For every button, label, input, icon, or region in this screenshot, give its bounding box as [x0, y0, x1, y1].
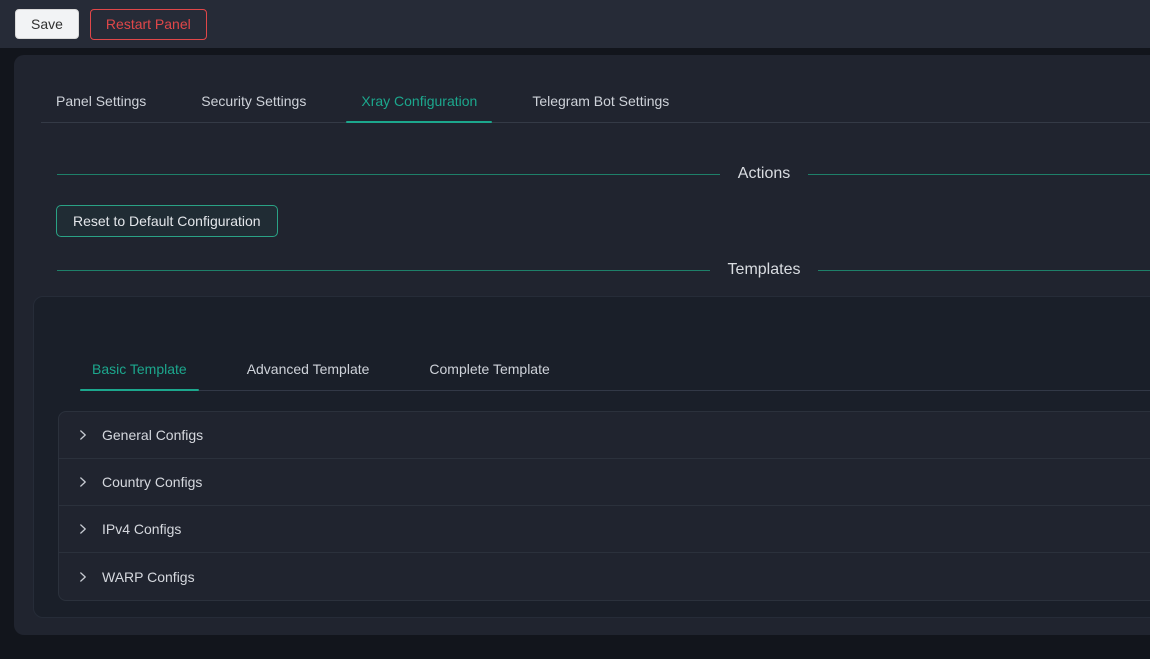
chevron-right-icon	[77, 476, 89, 488]
templates-panel: Basic Template Advanced Template Complet…	[33, 296, 1150, 618]
divider-line	[57, 270, 710, 271]
chevron-right-icon	[77, 429, 89, 441]
divider-line	[808, 174, 1150, 175]
collapse-row-country-configs[interactable]: Country Configs	[59, 459, 1150, 506]
tab-telegram-bot-settings[interactable]: Telegram Bot Settings	[517, 80, 684, 122]
templates-divider: Templates	[57, 261, 1150, 279]
collapse-row-ipv4-configs[interactable]: IPv4 Configs	[59, 506, 1150, 553]
tab-security-settings[interactable]: Security Settings	[186, 80, 321, 122]
collapse-row-warp-configs[interactable]: WARP Configs	[59, 553, 1150, 600]
config-collapse-list: General Configs Country Configs IPv4 Con…	[58, 411, 1150, 601]
settings-card: Panel Settings Security Settings Xray Co…	[14, 55, 1150, 635]
settings-tab-bar: Panel Settings Security Settings Xray Co…	[41, 80, 1150, 123]
chevron-right-icon	[77, 523, 89, 535]
tab-advanced-template[interactable]: Advanced Template	[235, 348, 382, 390]
collapse-row-label: IPv4 Configs	[102, 521, 181, 537]
tab-basic-template[interactable]: Basic Template	[80, 348, 199, 390]
collapse-row-label: General Configs	[102, 427, 203, 443]
actions-divider-label: Actions	[720, 165, 808, 183]
collapse-row-general-configs[interactable]: General Configs	[59, 412, 1150, 459]
top-bar: Save Restart Panel	[0, 0, 1150, 48]
tab-xray-configuration[interactable]: Xray Configuration	[346, 80, 492, 122]
collapse-row-label: Country Configs	[102, 474, 202, 490]
chevron-right-icon	[77, 571, 89, 583]
template-tab-bar: Basic Template Advanced Template Complet…	[80, 348, 1150, 391]
tab-complete-template[interactable]: Complete Template	[417, 348, 561, 390]
settings-page: { "header": { "save_label": "Save", "res…	[0, 0, 1150, 659]
divider-line	[818, 270, 1150, 271]
tab-panel-settings[interactable]: Panel Settings	[41, 80, 161, 122]
save-button[interactable]: Save	[15, 9, 79, 39]
collapse-row-label: WARP Configs	[102, 569, 195, 585]
restart-panel-button[interactable]: Restart Panel	[90, 9, 207, 40]
divider-line	[57, 174, 720, 175]
templates-divider-label: Templates	[710, 261, 819, 279]
reset-to-default-button[interactable]: Reset to Default Configuration	[56, 205, 278, 237]
actions-divider: Actions	[57, 165, 1150, 183]
